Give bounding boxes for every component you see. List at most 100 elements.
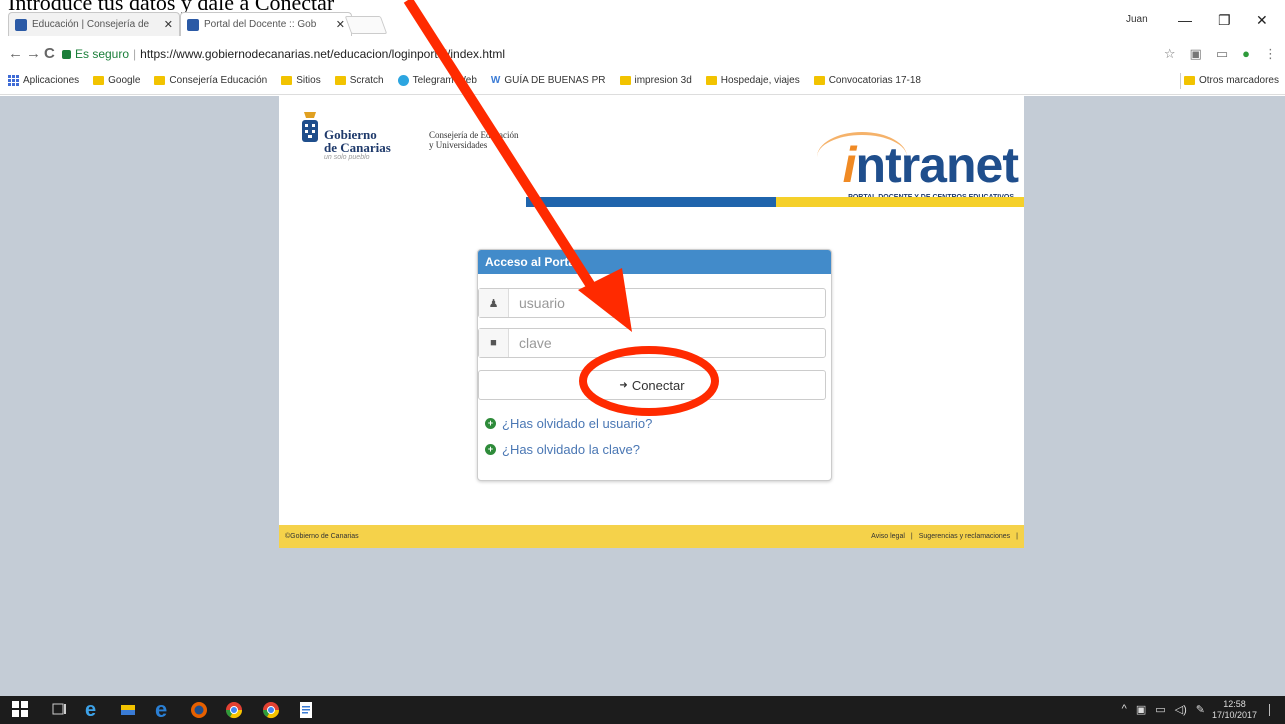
- telegram-icon: [397, 75, 409, 86]
- internet-explorer-icon[interactable]: e: [155, 699, 173, 721]
- bookmark-consejeria[interactable]: Consejería Educación: [154, 75, 267, 86]
- star-icon[interactable]: ☆: [1164, 46, 1176, 62]
- extension-icon[interactable]: ▣: [1190, 46, 1202, 62]
- chrome-icon[interactable]: [262, 701, 280, 719]
- w-icon: W: [490, 75, 501, 86]
- footer-link-sugerencias[interactable]: Sugerencias y reclamaciones: [919, 533, 1010, 540]
- show-desktop-button[interactable]: [1269, 704, 1277, 716]
- username-field[interactable]: ♟: [478, 288, 826, 318]
- network-icon[interactable]: ▣: [1136, 703, 1146, 716]
- task-view-icon[interactable]: [52, 701, 70, 719]
- bookmark-label: impresion 3d: [634, 75, 692, 86]
- header-stripe-yellow: [776, 197, 1024, 207]
- bookmark-otros[interactable]: Otros marcadores: [1183, 75, 1279, 86]
- folder-icon: [705, 76, 717, 85]
- back-button[interactable]: ←: [8, 45, 23, 62]
- bookmark-label: GUÍA DE BUENAS PR: [504, 75, 606, 86]
- tab-label: Portal del Docente :: Gob: [204, 19, 317, 30]
- password-field[interactable]: ■: [478, 328, 826, 358]
- firefox-icon[interactable]: [190, 701, 208, 719]
- bookmark-label: Convocatorias 17-18: [828, 75, 921, 86]
- folder-icon: [93, 76, 105, 85]
- reload-button[interactable]: C: [44, 45, 55, 62]
- password-input[interactable]: [509, 329, 825, 357]
- folder-icon: [1183, 76, 1195, 85]
- secure-label: Es seguro: [75, 47, 130, 61]
- intranet-logo: intranet: [843, 137, 1019, 193]
- forgot-password-label: ¿Has olvidado la clave?: [502, 442, 641, 457]
- folder-icon: [813, 76, 825, 85]
- divider: [1180, 73, 1181, 89]
- edge-icon[interactable]: e: [85, 700, 103, 720]
- login-panel-title: Acceso al Portal: [478, 250, 831, 274]
- lock-icon: ■: [479, 329, 509, 357]
- page-footer: ©Gobierno de Canarias Aviso legal | Suge…: [279, 525, 1024, 548]
- address-bar-row: ← → C Es seguro | https://www.gobiernode…: [0, 41, 1285, 67]
- footer-link-aviso[interactable]: Aviso legal: [871, 533, 905, 540]
- bookmark-google[interactable]: Google: [93, 75, 140, 86]
- profile-name[interactable]: Juan: [1126, 14, 1148, 25]
- username-input[interactable]: [509, 289, 825, 317]
- bookmark-convocatorias[interactable]: Convocatorias 17-18: [813, 75, 921, 86]
- bookmark-aplicaciones[interactable]: Aplicaciones: [8, 75, 79, 86]
- gobierno-lema: un solo pueblo: [324, 154, 370, 161]
- forgot-user-link[interactable]: + ¿Has olvidado el usuario?: [485, 416, 652, 431]
- forward-button[interactable]: →: [26, 45, 41, 62]
- footer-separator: |: [910, 533, 913, 540]
- bookmark-telegram[interactable]: Telegram Web: [397, 75, 477, 86]
- windows-start-icon[interactable]: [12, 701, 30, 719]
- plus-circle-icon: +: [485, 444, 496, 455]
- folder-icon: [281, 76, 293, 85]
- address-input[interactable]: Es seguro | https://www.gobiernodecanari…: [62, 43, 1132, 65]
- sign-in-icon: ➜: [619, 379, 628, 391]
- consejeria-text: Consejería de Educación y Universidades: [429, 130, 518, 150]
- login-panel: Acceso al Portal ♟ ■ ➜ Conectar + ¿Has o…: [477, 249, 832, 481]
- intranet-logo-rest: ntranet: [855, 137, 1019, 193]
- bookmark-label: Hospedaje, viajes: [720, 75, 800, 86]
- bookmark-scratch[interactable]: Scratch: [334, 75, 384, 86]
- close-window-button[interactable]: ✕: [1256, 12, 1268, 29]
- extension-icon[interactable]: ▭: [1216, 46, 1228, 62]
- folder-icon: [154, 76, 166, 85]
- extension-icons: ☆ ▣ ▭ ● ⋮: [1164, 46, 1277, 62]
- browser-titlebar: Introduce tus datos y dale a Conectar Ed…: [0, 0, 1285, 41]
- bookmark-guia[interactable]: W GUÍA DE BUENAS PR: [491, 75, 606, 86]
- plus-circle-icon: +: [485, 418, 496, 429]
- bookmark-impresion[interactable]: impresion 3d: [619, 75, 692, 86]
- tab-educacion[interactable]: Educación | Consejería de ✕: [8, 12, 180, 36]
- bookmark-sitios[interactable]: Sitios: [281, 75, 321, 86]
- close-tab-icon[interactable]: ✕: [164, 18, 173, 31]
- minimize-button[interactable]: —: [1178, 12, 1192, 28]
- extension-icon[interactable]: ●: [1242, 46, 1250, 62]
- bookmark-label: Scratch: [349, 75, 384, 86]
- bookmark-label: Aplicaciones: [23, 75, 80, 86]
- folder-icon: [334, 76, 346, 85]
- clock-date: 17/10/2017: [1211, 710, 1257, 720]
- pen-icon[interactable]: ✎: [1196, 703, 1205, 716]
- folder-icon: [619, 76, 631, 85]
- menu-icon[interactable]: ⋮: [1264, 46, 1277, 62]
- new-tab-button[interactable]: [344, 16, 388, 34]
- chevron-up-icon[interactable]: ^: [1122, 703, 1127, 716]
- tab-portal-docente[interactable]: Portal del Docente :: Gob ✕: [180, 12, 352, 36]
- connect-button[interactable]: ➜ Conectar: [478, 370, 826, 400]
- forgot-password-link[interactable]: + ¿Has olvidado la clave?: [485, 442, 640, 457]
- volume-icon[interactable]: ◁): [1175, 703, 1187, 716]
- bookmark-label: Sitios: [296, 75, 321, 86]
- user-icon: ♟: [479, 289, 509, 317]
- gobcan-favicon-icon: [187, 18, 199, 31]
- bookmark-hospedaje[interactable]: Hospedaje, viajes: [705, 75, 800, 86]
- bookmark-label: Google: [108, 75, 141, 86]
- footer-separator: |: [1016, 533, 1018, 540]
- bookmarks-bar: Aplicaciones Google Consejería Educación…: [0, 67, 1285, 95]
- maximize-button[interactable]: ❐: [1218, 12, 1231, 29]
- connect-label: Conectar: [631, 377, 685, 393]
- close-tab-icon[interactable]: ✕: [336, 18, 345, 31]
- gobierno-canarias-crest-icon: [302, 112, 318, 142]
- taskbar-clock[interactable]: 12:58 17/10/2017: [1212, 699, 1257, 721]
- bookmark-label: Telegram Web: [412, 75, 477, 86]
- document-app-icon[interactable]: [298, 701, 316, 719]
- file-explorer-icon[interactable]: [120, 701, 138, 719]
- chrome-icon[interactable]: [225, 701, 243, 719]
- display-icon[interactable]: ▭: [1155, 703, 1165, 716]
